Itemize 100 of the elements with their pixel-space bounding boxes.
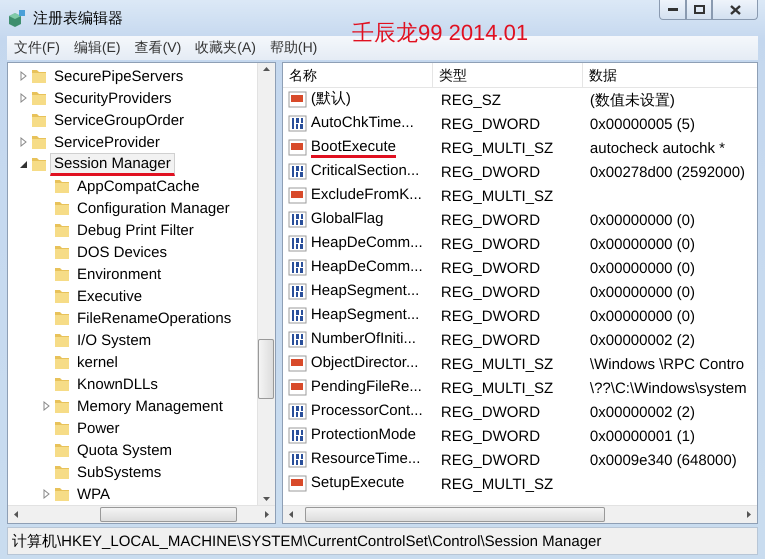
collapse-arrow-icon[interactable] [18,160,28,168]
tree-item[interactable]: WPA [73,484,114,504]
folder-icon [53,265,71,283]
table-cell-text: REG_DWORD [440,308,542,324]
table-cell-text: 0x00000000 (0) [588,308,696,324]
table-cell-text: REG_DWORD [440,428,542,444]
binary-value-icon [288,451,308,469]
maximize-button[interactable] [686,0,712,20]
table-cell-text: ResourceTime... [310,450,420,469]
menu-item[interactable]: 收藏夹(A) [188,39,263,57]
tree-item[interactable]: KnownDLLs [73,374,162,394]
tree-item[interactable]: SecurePipeServers [50,66,188,86]
table-cell-text: REG_MULTI_SZ [440,188,554,204]
tree-item[interactable]: SubSystems [73,462,166,482]
tree-item[interactable]: Session Manager [50,152,175,176]
expand-arrow-icon[interactable] [20,93,26,103]
horizontal-scrollbar[interactable] [8,505,275,523]
string-value-icon [288,91,308,109]
table-cell-text: 0x00000005 (5) [588,116,696,132]
tree-item[interactable]: AppCompatCache [73,176,204,196]
table-cell-text: REG_SZ [440,92,502,108]
folder-icon [53,177,71,195]
table-cell-text: REG_DWORD [440,164,542,180]
scroll-left-icon[interactable] [286,510,295,519]
vertical-scrollbar[interactable] [256,63,275,505]
column-header[interactable]: 类型 [432,63,583,87]
tree-item[interactable]: kernel [73,352,122,372]
tree-item[interactable]: I/O System [73,330,156,350]
table-cell-text: REG_DWORD [440,116,542,132]
folder-icon [30,111,48,129]
folder-icon [53,463,71,481]
table-cell-text: 0x0009e340 (648000) [588,452,738,468]
tree-item[interactable]: ServiceGroupOrder [50,110,188,130]
scrollbar-thumb[interactable] [100,507,237,522]
menu-item[interactable]: 查看(V) [128,39,188,57]
binary-value-icon [288,307,308,325]
table-cell-text: 0x00000000 (0) [588,212,696,228]
maximize-icon [694,5,704,14]
table-cell-text: 0x00000002 (2) [588,404,696,420]
scrollbar-thumb[interactable] [304,507,605,522]
expand-arrow-icon[interactable] [20,137,26,147]
expand-arrow-icon[interactable] [42,489,50,499]
binary-value-icon [288,163,308,181]
tree-item[interactable]: DOS Devices [73,242,172,262]
table-cell-text: (默认) [310,89,351,109]
scroll-right-icon[interactable] [745,510,753,519]
tree-item[interactable]: Executive [73,286,146,306]
annotation-text: 壬辰龙99 2014.01 [352,19,528,47]
binary-value-icon [288,211,308,229]
scroll-left-icon[interactable] [12,510,20,519]
table-cell-text: REG_MULTI_SZ [440,356,554,372]
tree-item[interactable]: FileRenameOperations [73,308,236,328]
tree-item[interactable]: Debug Print Filter [73,220,198,240]
scrollbar-thumb[interactable] [258,339,274,399]
table-cell-text: REG_DWORD [440,236,542,252]
folder-icon [30,89,48,107]
column-header[interactable]: 名称 [282,63,433,87]
minimize-button[interactable] [659,0,686,20]
expand-arrow-icon[interactable] [20,71,26,81]
folder-icon [53,375,71,393]
table-cell-text: CriticalSection... [310,162,420,181]
menu-item[interactable]: 编辑(E) [66,39,128,57]
close-button[interactable] [712,0,758,20]
expand-arrow-icon[interactable] [42,401,50,411]
table-cell-text: 0x00000002 (2) [588,332,696,348]
tree-item[interactable]: Quota System [73,440,176,460]
table-cell-text: 0x00000000 (0) [588,260,696,276]
folder-icon [53,243,71,261]
tree-item[interactable]: Memory Management [73,396,227,416]
binary-value-icon [288,235,308,253]
table-cell-text: REG_MULTI_SZ [440,140,554,156]
folder-icon [53,485,71,503]
table-cell-text: REG_DWORD [440,452,542,468]
menu-item[interactable]: 帮助(H) [262,39,324,57]
column-header[interactable]: 数据 [582,63,757,87]
menu-item[interactable]: 文件(F) [7,39,67,57]
folder-icon [53,441,71,459]
folder-icon [53,331,71,349]
table-cell-text: 0x00000000 (0) [588,284,696,300]
table-cell-text: REG_MULTI_SZ [440,380,554,396]
scroll-right-icon[interactable] [262,510,271,519]
tree-item[interactable]: ServiceProvider [50,132,164,152]
table-cell-text: 0x00278d00 (2592000) [588,164,746,180]
table-cell-text: REG_DWORD [440,212,542,228]
table-cell-text: REG_DWORD [440,404,542,420]
binary-value-icon [288,427,308,445]
table-cell-text: REG_DWORD [440,332,542,348]
tree-item[interactable]: Environment [73,264,166,284]
tree-item[interactable]: Configuration Manager [73,198,234,218]
binary-value-icon [288,331,308,349]
table-cell-text: HeapSegment... [310,282,420,301]
table-cell-text: \Windows \RPC Contro [588,356,746,372]
horizontal-scrollbar[interactable] [282,505,757,523]
table-cell-text: 0x00000000 (0) [588,236,696,252]
table-cell-text: ProcessorCont... [310,402,423,421]
folder-icon [53,287,71,305]
tree-item[interactable]: Power [73,418,124,438]
table-cell-text: HeapSegment... [310,306,420,325]
table-cell-text: ProtectionMode [310,426,416,445]
tree-item[interactable]: SecurityProviders [50,88,176,108]
